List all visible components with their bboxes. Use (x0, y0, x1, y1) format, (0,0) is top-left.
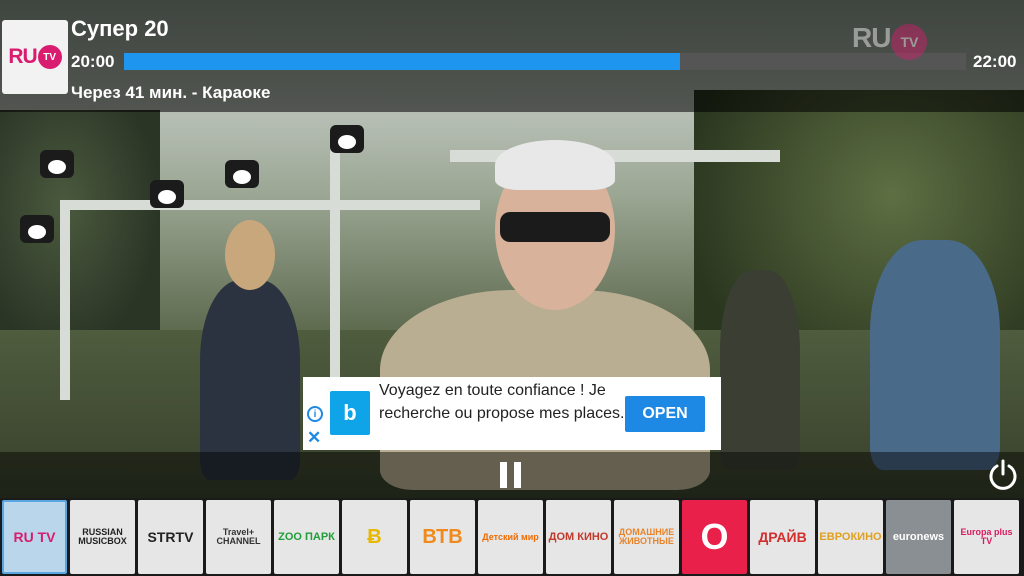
program-progress-fill (124, 53, 680, 70)
channel-tile[interactable]: RU TV (2, 500, 67, 574)
ad-info-icon[interactable]: i (307, 406, 323, 422)
stage-light (20, 215, 54, 243)
performer-right (870, 240, 1000, 470)
channel-tile[interactable]: RUSSIAN MUSICBOX (70, 500, 135, 574)
channel-tile[interactable]: ДРАЙВ (750, 500, 815, 574)
ad-app-icon[interactable]: b (330, 391, 370, 435)
channel-tile-label: Travel+ CHANNEL (216, 527, 261, 546)
performer-guitar (720, 270, 800, 470)
channel-tile[interactable]: ZOO ПАРК (274, 500, 339, 574)
channel-tile[interactable]: STRTV (138, 500, 203, 574)
channel-tile-label: Europa plus TV (960, 527, 1013, 546)
channel-tile[interactable]: Travel+ CHANNEL (206, 500, 271, 574)
channel-tile-label: ДОМ КИНО (548, 530, 609, 543)
time-end: 22:00 (973, 52, 1017, 71)
channel-tile-label: O (700, 516, 729, 557)
stage-light (40, 150, 74, 178)
channel-tile[interactable]: ДОМАШНИЕ ЖИВОТНЫЕ (614, 500, 679, 574)
channel-tile-label: RUSSIAN MUSICBOX (78, 527, 127, 546)
performer-left-head (225, 220, 275, 290)
channel-tile-label: ЕВРОКИНО (819, 530, 882, 543)
channel-tile-label: Ƀ (367, 526, 382, 548)
channel-tile-label: euronews (892, 530, 945, 543)
channel-tile-label: ДОМАШНИЕ ЖИВОТНЫЕ (618, 527, 675, 546)
channel-tile[interactable]: Europa plus TV (954, 500, 1019, 574)
sunglasses (500, 212, 610, 242)
time-start: 20:00 (71, 52, 115, 71)
channel-logo: RU TV (2, 20, 68, 94)
stage-light (150, 180, 184, 208)
channel-tile[interactable]: Ƀ (342, 500, 407, 574)
performer-main-hair (495, 140, 615, 190)
channel-tile-label: STRTV (147, 529, 194, 545)
channel-watermark: RU TV (852, 22, 928, 60)
stage-light (330, 125, 364, 153)
channel-tile[interactable]: ДОМ КИНО (546, 500, 611, 574)
channel-tile-label: Детский мир (482, 531, 539, 542)
channel-tile[interactable]: O (682, 500, 747, 574)
channel-tile[interactable]: ЕВРОКИНО (818, 500, 883, 574)
channel-tile[interactable]: Детский мир (478, 500, 543, 574)
channel-tile[interactable]: ВТВ (410, 500, 475, 574)
power-icon[interactable] (986, 458, 1020, 492)
stage-truss (60, 200, 70, 400)
channel-tile-label: ДРАЙВ (758, 529, 807, 545)
ad-text[interactable]: Voyagez en toute confiance ! Je recherch… (379, 379, 629, 425)
watermark-tv: TV (891, 24, 928, 60)
pause-icon[interactable] (500, 462, 522, 488)
performer-left (200, 280, 300, 480)
ad-close-icon[interactable]: ✕ (307, 429, 321, 446)
stage-light (225, 160, 259, 188)
channel-logo-ru: RU (8, 45, 37, 68)
channel-tile-label: ВТВ (422, 526, 463, 548)
program-title: Супер 20 (71, 16, 169, 41)
channel-tile[interactable]: euronews (886, 500, 951, 574)
stage-truss (60, 200, 480, 210)
program-progress-bar (124, 53, 966, 70)
next-program: Через 41 мин. - Караоке (71, 83, 271, 102)
channel-tile-label: ZOO ПАРК (278, 530, 335, 543)
ad-open-button[interactable]: OPEN (625, 396, 705, 432)
channel-tile-label: RU TV (13, 529, 56, 545)
ad-banner[interactable]: i ✕ b Voyagez en toute confiance ! Je re… (303, 377, 721, 450)
playback-controls (0, 452, 1024, 498)
watermark-ru: RU (852, 22, 891, 53)
channel-logo-tv: TV (37, 45, 62, 69)
channel-list: RU TV RUSSIAN MUSICBOX STRTV Travel+ CHANNE… (0, 498, 1024, 576)
